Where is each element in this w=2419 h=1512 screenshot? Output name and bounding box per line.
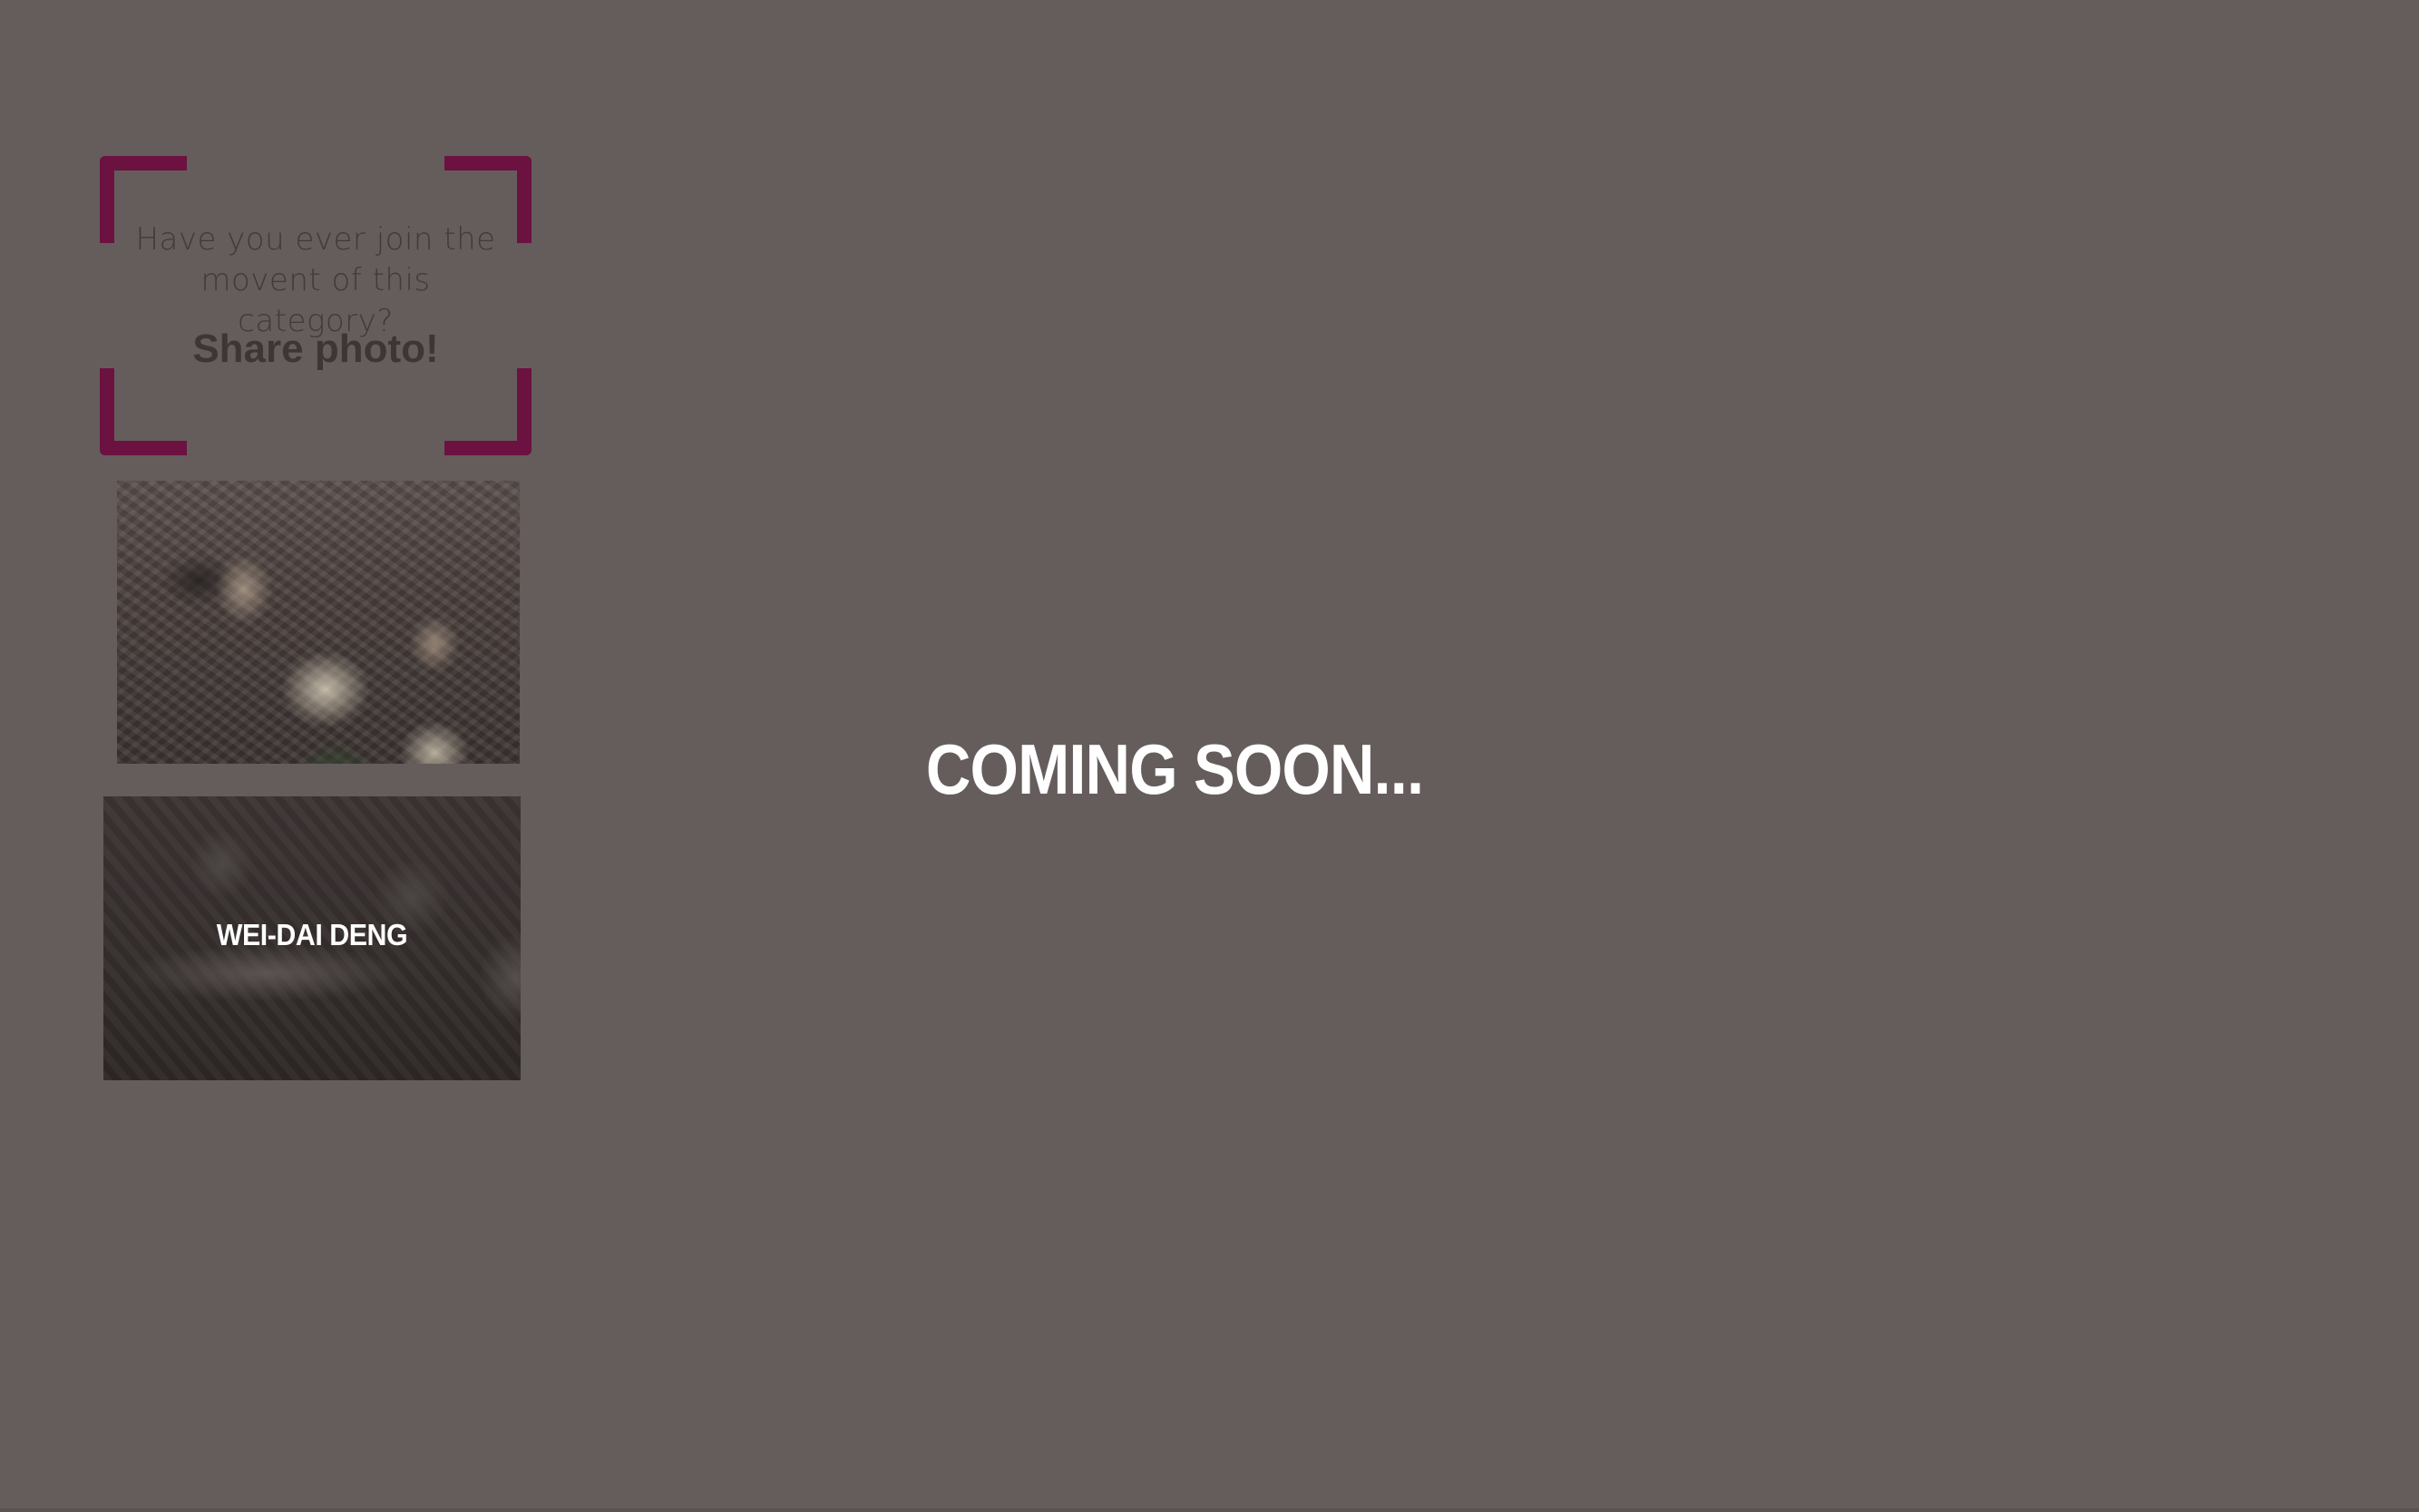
photo-tile-wei-dai-deng[interactable]: WEI-DAI DENG: [103, 796, 521, 1080]
photo-tile-children-roses[interactable]: [117, 481, 520, 764]
photo-author-label: WEI-DAI DENG: [216, 918, 408, 951]
corner-bracket-bottom-right: [444, 368, 532, 455]
share-photo-prompt[interactable]: Have you ever join the movent of this ca…: [100, 156, 532, 455]
corner-bracket-bottom-left: [100, 368, 187, 455]
share-question-text: Have you ever join the movent of this ca…: [135, 221, 496, 339]
share-photo-button[interactable]: Share photo!: [100, 325, 532, 374]
coming-soon-message: COMING SOON...: [925, 729, 1424, 809]
bottom-divider: [0, 1508, 2419, 1512]
